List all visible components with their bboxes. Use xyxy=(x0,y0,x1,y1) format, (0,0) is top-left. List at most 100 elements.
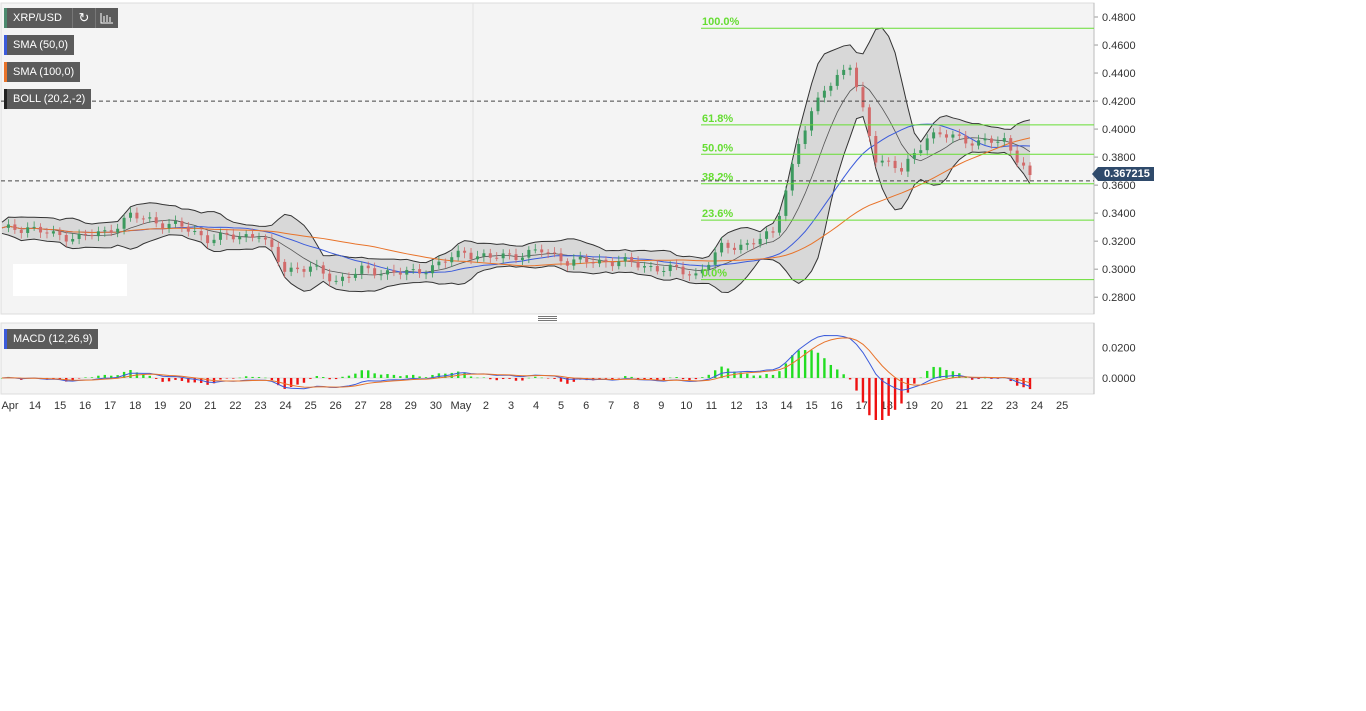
candle-body xyxy=(450,257,454,263)
candle-body xyxy=(321,265,325,274)
macd-histogram-bar xyxy=(161,377,164,382)
indicator-sma50[interactable]: SMA (50,0) xyxy=(4,35,75,55)
indicator-boll[interactable]: BOLL (20,2,-2) xyxy=(4,89,92,109)
macd-histogram-bar xyxy=(167,377,171,382)
x-tick-label: 27 xyxy=(355,400,367,412)
macd-tick-label: 0.0200 xyxy=(1102,342,1136,354)
candle-body xyxy=(989,138,993,143)
macd-histogram-bar xyxy=(489,377,492,380)
y-tick-label: 0.4200 xyxy=(1102,96,1136,108)
sma100-swatch xyxy=(4,62,7,82)
candle-body xyxy=(771,231,775,233)
chart-container[interactable]: 0.4800 0.4600 0.4400 0.4200 0.4000 0.3800 0.36… xyxy=(0,0,1366,420)
macd-histogram-bar xyxy=(347,375,351,378)
x-tick-label: 17 xyxy=(104,400,116,412)
macd-histogram-bar xyxy=(649,377,653,379)
macd-histogram-bar xyxy=(874,377,877,420)
candle-body xyxy=(386,270,389,275)
indicator-macd[interactable]: MACD (12,26,9) xyxy=(4,329,99,349)
macd-histogram-bar xyxy=(514,377,518,381)
candle-body xyxy=(842,69,846,75)
macd-histogram-bar xyxy=(482,377,486,378)
x-tick-label: 18 xyxy=(129,400,141,412)
candle-body xyxy=(456,250,460,258)
macd-histogram-bar xyxy=(887,377,890,416)
candle-body xyxy=(848,67,852,70)
macd-histogram-bar xyxy=(1022,377,1025,388)
refresh-button[interactable]: ↻ xyxy=(72,8,95,28)
candle-body xyxy=(19,229,23,233)
x-tick-label: 17 xyxy=(856,400,868,412)
x-tick-label: 23 xyxy=(254,400,266,412)
macd-histogram-bar xyxy=(373,373,376,378)
sma100-label: SMA (100,0) xyxy=(13,66,75,78)
macd-histogram-bar xyxy=(450,372,453,378)
x-tick-label: 7 xyxy=(608,400,614,412)
candle-body xyxy=(662,271,666,273)
pane-splitter[interactable] xyxy=(538,316,557,321)
x-tick-label: 5 xyxy=(558,400,564,412)
candle-body xyxy=(51,231,55,234)
macd-histogram-bar xyxy=(309,377,312,379)
candle-body xyxy=(919,150,923,154)
x-tick-label: 25 xyxy=(304,400,316,412)
macd-histogram-bar xyxy=(399,376,402,378)
candle-body xyxy=(887,160,891,162)
macd-histogram-bar xyxy=(142,374,145,378)
macd-histogram-bar xyxy=(238,377,241,379)
candle-body xyxy=(559,253,563,262)
macd-histogram-bar xyxy=(932,366,935,378)
candle-body xyxy=(225,232,229,235)
macd-histogram-bar xyxy=(630,376,633,378)
boll-swatch xyxy=(4,89,7,109)
macd-histogram-bar xyxy=(501,377,505,380)
x-tick-label: 23 xyxy=(1006,400,1018,412)
candle-body xyxy=(405,269,409,275)
candle-body xyxy=(1028,165,1032,176)
y-tick-label: 0.3200 xyxy=(1102,236,1136,248)
candle-body xyxy=(726,242,730,248)
candle-body xyxy=(906,158,910,172)
macd-histogram-bar xyxy=(919,377,922,379)
symbol-label[interactable]: XRP/USD xyxy=(4,8,74,28)
macd-histogram-bar xyxy=(836,369,839,378)
y-tick-label: 0.3600 xyxy=(1102,180,1136,192)
x-tick-label: 22 xyxy=(981,400,993,412)
macd-histogram-bar xyxy=(662,377,665,381)
macd-histogram-bar xyxy=(527,377,531,379)
candle-body xyxy=(540,249,544,253)
candle-body xyxy=(199,231,203,236)
candle-body xyxy=(1002,138,1006,142)
x-tick-label: 15 xyxy=(805,400,817,412)
candle-body xyxy=(109,230,113,233)
candle-body xyxy=(64,235,68,242)
x-tick-label: 19 xyxy=(154,400,166,412)
candle-body xyxy=(58,231,62,236)
fib-level-label: 0.0% xyxy=(702,268,727,280)
candle-body xyxy=(951,134,955,138)
candle-body xyxy=(822,90,826,98)
macd-histogram-bar xyxy=(148,375,151,378)
candle-body xyxy=(392,270,396,273)
macd-histogram-bar xyxy=(778,371,781,378)
indicator-sma100[interactable]: SMA (100,0) xyxy=(4,62,81,82)
candle-body xyxy=(604,259,608,263)
chart-type-button[interactable] xyxy=(95,8,118,28)
candle-body xyxy=(6,224,10,228)
candle-body xyxy=(244,234,248,237)
candle-body xyxy=(977,140,981,146)
price-chart-svg[interactable]: 0.4800 0.4600 0.4400 0.4200 0.4000 0.3800 0.36… xyxy=(0,0,1366,420)
candle-body xyxy=(173,221,177,224)
candle-body xyxy=(482,253,486,257)
candle-body xyxy=(623,257,627,262)
candle-body xyxy=(810,111,814,131)
bar-chart-icon xyxy=(96,8,118,28)
candle-body xyxy=(122,217,126,229)
candle-body xyxy=(874,136,878,163)
fib-level-label: 100.0% xyxy=(702,16,740,28)
macd-histogram-bar xyxy=(881,377,884,420)
x-tick-label: 14 xyxy=(780,400,792,412)
candle-body xyxy=(520,257,524,260)
candle-body xyxy=(206,235,210,244)
candle-body xyxy=(803,130,807,145)
